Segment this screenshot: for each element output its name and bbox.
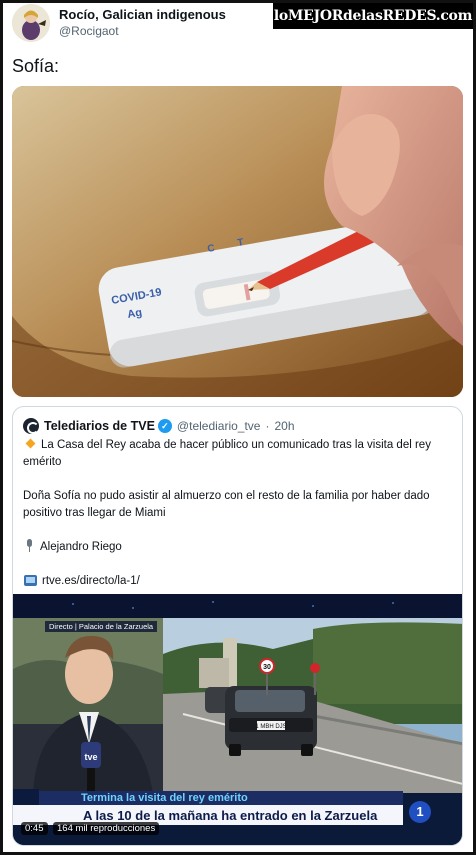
la1-channel-logo: 1	[409, 801, 431, 823]
tve-logo-icon	[13, 789, 39, 806]
license-plate: 1 MBH DJS	[255, 724, 286, 730]
avatar[interactable]	[12, 4, 50, 42]
quoted-tweet-body: La Casa del Rey acaba de hacer público u…	[23, 437, 453, 590]
watermark-text: loMEJORdelasREDES.com	[273, 8, 473, 24]
video-views: 164 mil reproducciones	[53, 822, 160, 835]
quoted-time[interactable]: 20h	[274, 419, 294, 433]
quoted-author-name[interactable]: Telediarios de TVE	[44, 419, 155, 433]
quoted-tweet-header: Telediarios de TVE ✓ @telediario_tve · 2…	[23, 417, 295, 435]
author-name[interactable]: Rocío, Galician indigenous	[59, 6, 226, 23]
author-handle[interactable]: @Rocigaot	[59, 23, 226, 40]
video-headline: Termina la visita del rey emérito	[81, 792, 248, 804]
video-location: Directo | Palacio de la Zarzuela	[45, 621, 158, 632]
news-video[interactable]: 1 MBH DJS 30 tve Directo | Palacio de la…	[13, 594, 462, 845]
speed-sign: 30	[263, 664, 271, 671]
covid-test-photo: COVID-19 Ag C T	[12, 86, 463, 397]
rtve-link[interactable]: rtve.es/directo/la-1/	[42, 575, 140, 587]
watermark: loMEJORdelasREDES.com	[273, 3, 473, 29]
telediario-logo-icon[interactable]	[23, 418, 39, 434]
tweet-text: Sofía:	[12, 56, 60, 76]
video-duration: 0:45	[21, 822, 48, 835]
quoted-tweet[interactable]: Telediarios de TVE ✓ @telediario_tve · 2…	[12, 406, 463, 846]
reporter-name: Alejandro Riego	[40, 541, 122, 553]
headline-band: Termina la visita del rey emérito	[13, 791, 403, 805]
separator-dot: ·	[265, 419, 270, 433]
quoted-line-2: Doña Sofía no pudo asistir al almuerzo c…	[23, 490, 430, 519]
microphone-logo: tve	[84, 752, 97, 762]
quoted-line-1: La Casa del Rey acaba de hacer público u…	[23, 439, 431, 468]
test-label-ag: Ag	[126, 307, 143, 321]
orange-diamond-icon	[25, 438, 36, 449]
avatar-image	[12, 4, 50, 42]
tweet-photo[interactable]: COVID-19 Ag C T	[12, 86, 463, 397]
television-icon	[24, 575, 37, 586]
microphone-icon	[25, 539, 34, 552]
video-subline: A las 10 de la mañana ha entrado en la Z…	[83, 808, 378, 823]
tweet-author[interactable]: Rocío, Galician indigenous @Rocigaot	[12, 3, 226, 43]
verified-badge-icon: ✓	[157, 419, 172, 433]
quoted-author-handle[interactable]: @telediario_tve	[177, 419, 261, 433]
